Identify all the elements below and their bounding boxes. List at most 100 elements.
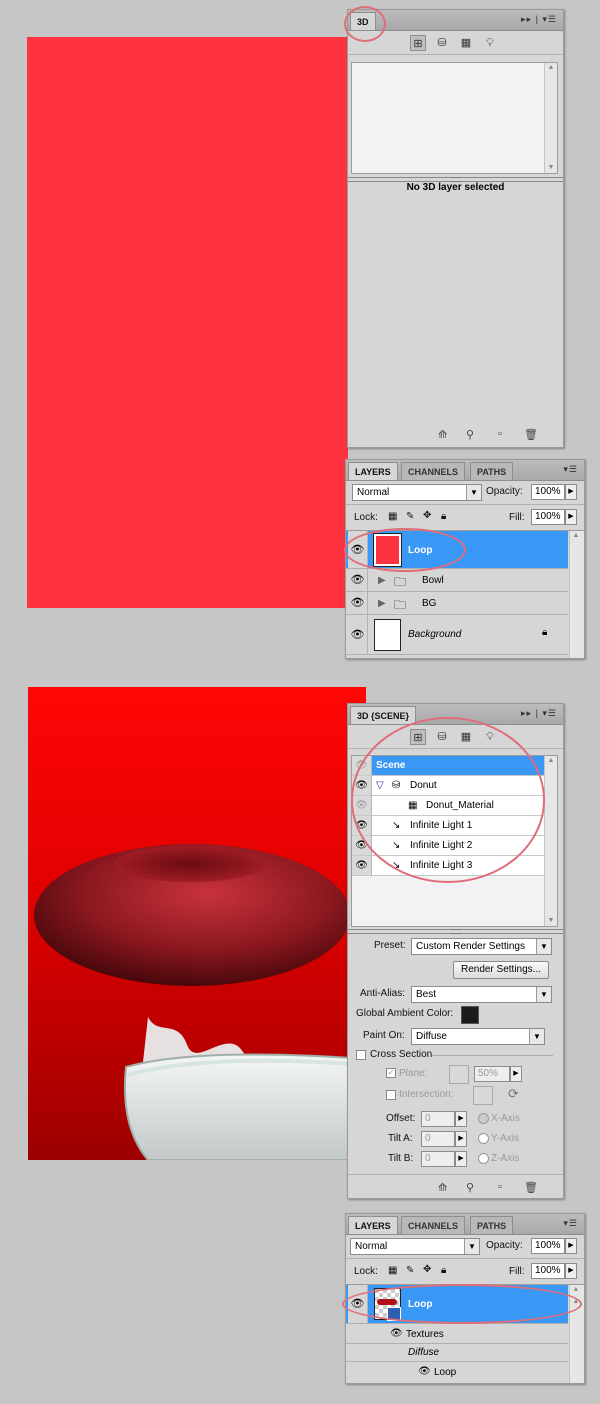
- scroll-down-icon[interactable]: ▼: [545, 916, 557, 926]
- scroll-up-icon[interactable]: ▲: [570, 1285, 582, 1295]
- scrollbar[interactable]: ▲: [569, 531, 584, 658]
- lock-all-icon[interactable]: 🔒︎: [441, 1265, 446, 1276]
- layer-row-background[interactable]: 👁︎ Background 🔒︎: [346, 615, 568, 655]
- 3d-badge-icon: [387, 1307, 401, 1321]
- light-toggle-icon[interactable]: ⚲: [466, 1181, 474, 1194]
- delete-icon[interactable]: 🗑︎: [524, 1181, 538, 1194]
- expand-arrow-icon[interactable]: ▶: [378, 575, 386, 586]
- material-filter-icon[interactable]: ▦: [458, 35, 474, 51]
- textures-row[interactable]: 👁︎ Textures: [346, 1324, 568, 1344]
- tree-row-donut-material[interactable]: 👁︎ ▦ Donut_Material: [352, 796, 545, 816]
- visibility-eye-icon[interactable]: 👁︎: [348, 569, 368, 591]
- scene-tree[interactable]: 👁︎ Scene 👁︎ ▽ ⛁ Donut 👁︎ ▦ Donut_Materia…: [351, 755, 558, 927]
- global-ambient-swatch[interactable]: [461, 1006, 479, 1024]
- opacity-arrow-icon[interactable]: ▶: [565, 484, 577, 500]
- preset-select[interactable]: Custom Render Settings ▼: [411, 938, 552, 955]
- lock-position-icon[interactable]: ✥: [423, 1264, 431, 1275]
- material-filter-icon[interactable]: ▦: [458, 729, 474, 745]
- mesh-filter-icon[interactable]: ⛁: [434, 35, 450, 51]
- scroll-down-icon[interactable]: ▲: [570, 1297, 582, 1307]
- layer-row-loop-3d[interactable]: 👁︎ Loop: [346, 1285, 568, 1324]
- panel-menu-icon[interactable]: ▸▸ | ▾☰: [521, 14, 557, 25]
- visibility-eye-icon[interactable]: 👁︎: [352, 816, 372, 835]
- document-canvas-top[interactable]: [27, 37, 348, 608]
- 3d-layer-list[interactable]: ▲ ▼: [351, 62, 558, 174]
- visibility-eye-icon[interactable]: 👁︎: [390, 1328, 403, 1339]
- opacity-input[interactable]: 100%: [531, 1238, 565, 1254]
- tree-row-scene[interactable]: 👁︎ Scene: [352, 756, 545, 776]
- paint-on-select[interactable]: Diffuse ▼: [411, 1028, 545, 1045]
- visibility-eye-icon[interactable]: 👁︎: [352, 856, 372, 875]
- fill-input[interactable]: 100%: [531, 1263, 565, 1279]
- lock-transparent-icon[interactable]: ▦: [388, 511, 397, 522]
- visibility-eye-icon[interactable]: 👁︎: [348, 531, 368, 568]
- scroll-down-icon[interactable]: ▼: [545, 163, 557, 173]
- expand-arrow-icon[interactable]: ▶: [378, 598, 386, 609]
- tree-row-light-1[interactable]: 👁︎ ↘ Infinite Light 1: [352, 816, 545, 836]
- layer-row-bowl[interactable]: 👁︎ ▶ 🗀︎ Bowl: [346, 569, 568, 592]
- delete-icon[interactable]: 🗑︎: [524, 428, 538, 441]
- scroll-up-icon[interactable]: ▲: [545, 756, 557, 766]
- tab-paths[interactable]: PATHS: [470, 462, 514, 480]
- tab-channels[interactable]: CHANNELS: [401, 462, 466, 480]
- visibility-eye-icon[interactable]: 👁︎: [348, 1285, 368, 1323]
- lock-image-icon[interactable]: ✎: [406, 1265, 414, 1276]
- scene-filter-icon[interactable]: ⊞: [410, 729, 426, 745]
- visibility-eye-icon[interactable]: 👁︎: [352, 836, 372, 855]
- light-toggle-icon[interactable]: ⚲: [466, 428, 474, 441]
- new-light-icon[interactable]: ▫: [498, 1181, 502, 1193]
- lock-image-icon[interactable]: ✎: [406, 511, 414, 522]
- visibility-eye-icon[interactable]: 👁︎: [352, 756, 372, 775]
- render-settings-button[interactable]: Render Settings...: [453, 961, 549, 979]
- panel-divider[interactable]: [348, 929, 563, 934]
- scrollbar[interactable]: ▲ ▼: [544, 63, 557, 173]
- scroll-up-icon[interactable]: ▲: [545, 63, 557, 73]
- panel-menu-icon[interactable]: ▸▸ | ▾☰: [521, 708, 557, 719]
- tab-3d[interactable]: 3D: [350, 12, 376, 30]
- panel-menu-icon[interactable]: ▾☰: [563, 464, 578, 475]
- scene-filter-icon[interactable]: ⊞: [410, 35, 426, 51]
- cross-section-checkbox[interactable]: [356, 1050, 366, 1060]
- render-toggle-icon[interactable]: ⟰: [438, 428, 447, 441]
- texture-loop-row[interactable]: 👁︎ Loop: [346, 1362, 568, 1382]
- new-light-icon[interactable]: ▫: [498, 428, 502, 440]
- document-canvas-render[interactable]: [28, 687, 366, 1160]
- layer-row-bg[interactable]: 👁︎ ▶ 🗀︎ BG: [346, 592, 568, 615]
- opacity-input[interactable]: 100%: [531, 484, 565, 500]
- blend-mode-select[interactable]: Normal ▼: [350, 1238, 480, 1255]
- opacity-arrow-icon[interactable]: ▶: [565, 1238, 577, 1254]
- layer-row-loop[interactable]: 👁︎ Loop: [346, 531, 568, 569]
- tree-row-light-2[interactable]: 👁︎ ↘ Infinite Light 2: [352, 836, 545, 856]
- light-filter-icon[interactable]: 💡︎: [482, 729, 498, 745]
- render-toggle-icon[interactable]: ⟰: [438, 1181, 447, 1194]
- scrollbar[interactable]: ▲ ▼: [544, 756, 557, 926]
- visibility-eye-icon[interactable]: 👁︎: [348, 615, 368, 654]
- tab-paths[interactable]: PATHS: [470, 1216, 514, 1234]
- collapse-arrow-icon[interactable]: ▽: [376, 776, 384, 796]
- visibility-eye-icon[interactable]: 👁︎: [418, 1366, 431, 1377]
- visibility-eye-icon[interactable]: 👁︎: [348, 592, 368, 614]
- fill-arrow-icon[interactable]: ▶: [565, 509, 577, 525]
- lock-position-icon[interactable]: ✥: [423, 510, 431, 521]
- flip-section-icon: ⟳: [508, 1086, 519, 1101]
- tree-row-donut[interactable]: 👁︎ ▽ ⛁ Donut: [352, 776, 545, 796]
- tab-layers[interactable]: LAYERS: [348, 462, 398, 480]
- tab-3d-scene[interactable]: 3D {SCENE}: [350, 706, 417, 724]
- visibility-eye-icon[interactable]: 👁︎: [352, 776, 372, 795]
- lock-transparent-icon[interactable]: ▦: [388, 1265, 397, 1276]
- tab-layers[interactable]: LAYERS: [348, 1216, 398, 1234]
- tab-channels[interactable]: CHANNELS: [401, 1216, 466, 1234]
- light-filter-icon[interactable]: 💡︎: [482, 35, 498, 51]
- blend-mode-select[interactable]: Normal ▼: [352, 484, 482, 501]
- scroll-up-icon[interactable]: ▲: [570, 531, 582, 541]
- mesh-filter-icon[interactable]: ⛁: [434, 729, 450, 745]
- anti-alias-select[interactable]: Best ▼: [411, 986, 552, 1003]
- visibility-eye-icon[interactable]: 👁︎: [352, 796, 372, 815]
- divider-grip-icon[interactable]: [450, 929, 461, 934]
- scrollbar[interactable]: ▲ ▲: [569, 1285, 584, 1383]
- fill-input[interactable]: 100%: [531, 509, 565, 525]
- lock-all-icon[interactable]: 🔒︎: [441, 511, 446, 522]
- tree-row-light-3[interactable]: 👁︎ ↘ Infinite Light 3: [352, 856, 545, 876]
- fill-arrow-icon[interactable]: ▶: [565, 1263, 577, 1279]
- panel-menu-icon[interactable]: ▾☰: [563, 1218, 578, 1229]
